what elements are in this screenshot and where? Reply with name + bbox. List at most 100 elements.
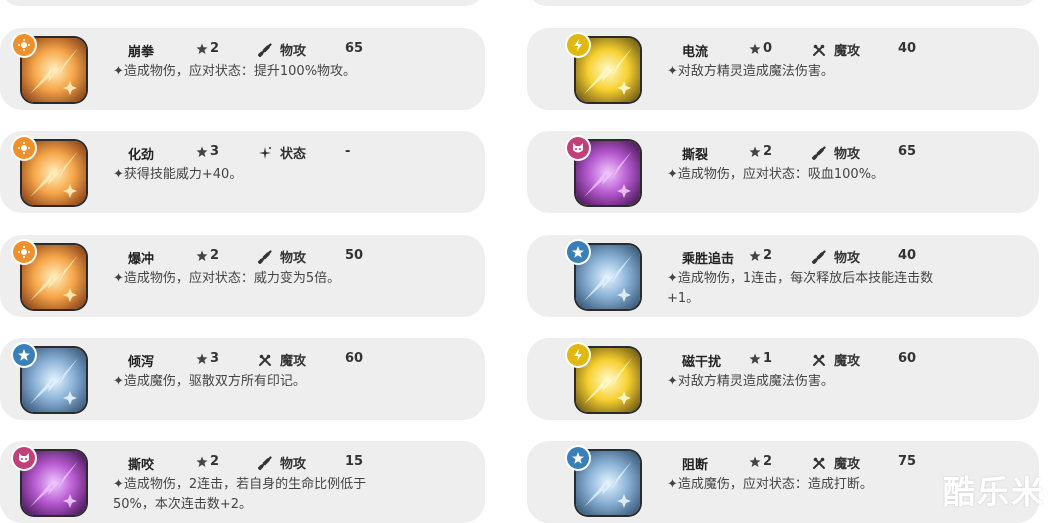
skill-name: 撕裂: [682, 148, 709, 163]
skill-type: 状态: [258, 143, 306, 162]
skill-cost: 2: [196, 248, 219, 263]
fire-element-icon: [13, 137, 35, 159]
skill-cost: 0: [749, 41, 772, 56]
skill-cost: 2: [749, 248, 772, 263]
ice-element-icon: [13, 344, 35, 366]
dark-element-icon: [567, 137, 589, 159]
dark-element-icon: [13, 447, 35, 469]
skill-type: 物攻: [258, 247, 306, 266]
star-icon: [196, 43, 208, 54]
type-label: 物攻: [280, 251, 307, 266]
skill-type: 魔攻: [812, 40, 860, 59]
type-label: 物攻: [280, 457, 307, 472]
skill-power: 50: [345, 248, 364, 263]
cost-value: 2: [210, 454, 220, 469]
skill-name: 阻断: [682, 458, 709, 473]
skill-description: ✦造成物伤，应对状态：吸血100%。: [667, 167, 885, 182]
skill-name: 化劲: [128, 148, 155, 163]
type-label: 魔攻: [834, 44, 861, 59]
skill-cost: 2: [749, 454, 772, 469]
skill-name: 磁干扰: [682, 355, 722, 370]
ice-element-icon: [567, 447, 589, 469]
skill-type: 物攻: [812, 143, 860, 162]
card-partial-top-right: [527, 0, 1039, 6]
type-label: 物攻: [834, 251, 861, 266]
skill-description: ✦获得技能威力+40。: [113, 167, 243, 182]
skill-cost: 3: [196, 351, 219, 366]
wand-icon: [812, 43, 826, 57]
star-icon: [196, 250, 208, 261]
skill-name: 爆冲: [128, 252, 155, 267]
skill-power: 40: [898, 41, 917, 56]
type-label: 魔攻: [834, 457, 861, 472]
skill-power: 60: [898, 351, 917, 366]
sparkle-icon: [258, 146, 272, 160]
skill-cost: 3: [196, 144, 219, 159]
skill-description: ✦造成物伤，2连击，若自身的生命比例低于 50%，本次连击数+2。: [113, 477, 367, 512]
skill-cost: 2: [196, 41, 219, 56]
type-label: 魔攻: [280, 354, 307, 369]
skill-name: 电流: [682, 45, 709, 60]
type-label: 物攻: [834, 147, 861, 162]
skill-description: ✦造成物伤，应对状态：提升100%物攻。: [113, 64, 357, 79]
ice-element-icon: [567, 241, 589, 263]
skill-power: 15: [345, 454, 364, 469]
skill-description: ✦对敌方精灵造成魔法伤害。: [667, 374, 834, 389]
type-label: 物攻: [280, 44, 307, 59]
skill-description: ✦造成物伤，1连击，每次释放后本技能连击数 +1。: [667, 271, 934, 306]
cost-value: 2: [763, 144, 773, 159]
cost-value: 1: [763, 351, 773, 366]
skill-description: ✦造成魔伤，驱散双方所有印记。: [113, 374, 306, 389]
skill-cost: 2: [196, 454, 219, 469]
star-icon: [749, 456, 761, 467]
card-partial-top-left: [0, 0, 485, 6]
skill-power: 75: [898, 454, 917, 469]
skill-name: 乘胜追击: [682, 252, 735, 267]
sword-icon: [812, 145, 826, 160]
skill-type: 魔攻: [812, 350, 860, 369]
star-icon: [196, 353, 208, 364]
skill-description: ✦对敌方精灵造成魔法伤害。: [667, 64, 834, 79]
star-icon: [196, 456, 208, 467]
star-icon: [749, 146, 761, 157]
skill-name: 崩拳: [128, 45, 155, 60]
electric-element-icon: [567, 344, 589, 366]
sword-icon: [258, 249, 272, 264]
sword-icon: [258, 42, 272, 57]
skill-power: 60: [345, 351, 364, 366]
star-icon: [749, 43, 761, 54]
type-label: 状态: [280, 147, 307, 162]
skill-type: 魔攻: [812, 453, 860, 472]
cost-value: 2: [210, 41, 220, 56]
skill-name: 倾泻: [128, 355, 155, 370]
wand-icon: [812, 456, 826, 470]
cost-value: 2: [763, 248, 773, 263]
type-label: 魔攻: [834, 354, 861, 369]
fire-element-icon: [13, 34, 35, 56]
cost-value: 2: [210, 248, 220, 263]
wand-icon: [812, 353, 826, 367]
skill-power: 65: [345, 41, 364, 56]
wand-icon: [258, 353, 272, 367]
skill-type: 物攻: [258, 453, 306, 472]
skill-type: 魔攻: [258, 350, 306, 369]
sword-icon: [812, 249, 826, 264]
fire-element-icon: [13, 241, 35, 263]
star-icon: [749, 353, 761, 364]
watermark: 酷乐米: [942, 473, 1045, 511]
skill-type: 物攻: [258, 40, 306, 59]
sword-icon: [258, 455, 272, 470]
skill-description: ✦造成魔伤，应对状态：造成打断。: [667, 477, 873, 492]
cost-value: 2: [763, 454, 773, 469]
skill-power: 65: [898, 144, 917, 159]
cost-value: 3: [210, 351, 220, 366]
star-icon: [749, 250, 761, 261]
skill-power: -: [345, 144, 351, 159]
electric-element-icon: [567, 34, 589, 56]
skill-cost: 1: [749, 351, 772, 366]
star-icon: [196, 146, 208, 157]
skill-description: ✦造成物伤，应对状态：威力变为5倍。: [113, 271, 341, 286]
skill-cost: 2: [749, 144, 772, 159]
skill-power: 40: [898, 248, 917, 263]
skill-name: 撕咬: [128, 458, 155, 473]
